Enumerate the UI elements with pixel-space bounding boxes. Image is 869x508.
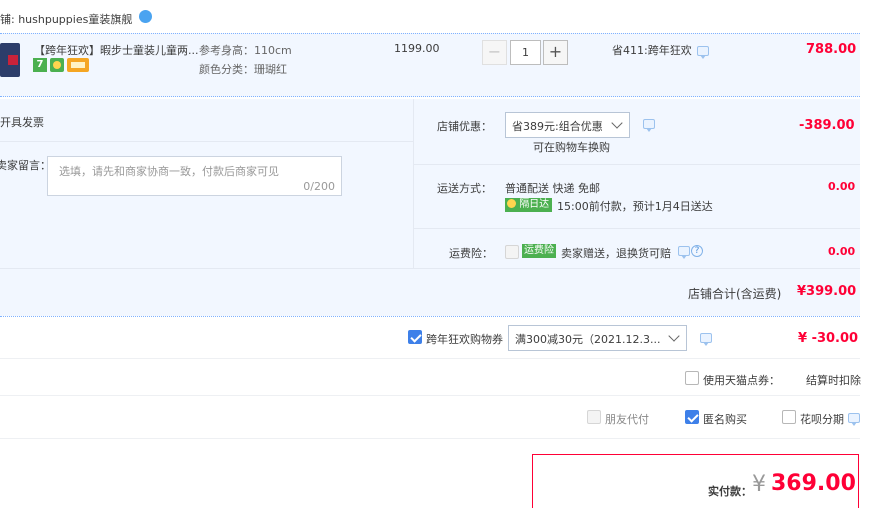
message-counter: 0/200 <box>303 180 335 193</box>
quantity-increase-button[interactable]: + <box>543 40 568 65</box>
coupon-amount: ¥ -30.00 <box>798 331 859 346</box>
help-icon[interactable]: ? <box>691 245 703 257</box>
product-title[interactable]: 【跨年狂欢】暇步士童装儿童两... <box>34 42 199 58</box>
next-day-badge: 隔日达 <box>505 198 553 212</box>
discount-info-icon[interactable] <box>643 119 655 132</box>
item-price: 1199.00 <box>394 42 440 55</box>
promo-info-icon[interactable] <box>697 46 709 59</box>
shop-chat-icon[interactable] <box>139 10 152 23</box>
quantity-decrease-button[interactable]: − <box>482 40 507 65</box>
shop-discount-label: 店铺优惠： <box>437 120 492 133</box>
coupon-label: 跨年狂欢购物券 <box>426 333 503 346</box>
coupon-selected: 满300减30元（2021.12.3... <box>515 333 661 346</box>
huabei-checkbox[interactable] <box>782 410 796 424</box>
payment-label: 实付款： <box>708 485 752 498</box>
insurance-checkbox[interactable] <box>505 245 519 259</box>
shop-discount-note[interactable]: 可在购物车换购 <box>533 139 610 155</box>
shop-total-amount: ¥399.00 <box>797 284 857 299</box>
coupon-select[interactable]: 满300减30元（2021.12.3... <box>508 325 687 351</box>
shipping-label: 运送方式： <box>437 182 492 195</box>
huabei-info-icon[interactable] <box>848 413 860 426</box>
chevron-down-icon <box>611 117 623 129</box>
payment-amount: 369.00 <box>771 471 856 496</box>
shop-name[interactable]: 铺: hushpuppies童装旗舰 <box>0 11 132 27</box>
shipping-method: 普通配送 快递 免邮 <box>505 182 600 195</box>
attr-color: 颜色分类：珊瑚红 <box>199 63 287 76</box>
shop-total-label: 店铺合计(含运费) <box>688 287 782 301</box>
huabei-label: 花呗分期 <box>800 413 844 426</box>
item-promo: 省411:跨年狂欢 <box>612 44 692 57</box>
shop-discount-amount: -389.00 <box>799 118 855 133</box>
tmall-points-checkbox[interactable] <box>685 371 699 385</box>
message-label: 卖家留言： <box>0 159 51 172</box>
tmall-points-note: 结算时扣除 <box>806 374 861 387</box>
lightning-icon <box>507 199 516 208</box>
badge-tmall <box>50 58 64 72</box>
chevron-down-icon <box>668 330 680 342</box>
invoice-label[interactable]: 开具发票 <box>0 114 44 130</box>
badge-seven-day: 7 <box>33 58 47 72</box>
attr-size: 参考身高：110cm <box>199 44 292 57</box>
insurance-text: 卖家赠送，退换货可赔 <box>561 247 671 260</box>
product-thumbnail[interactable] <box>0 43 20 77</box>
anonymous-label: 匿名购买 <box>703 413 747 426</box>
badge-card <box>67 58 89 72</box>
shipping-amount: 0.00 <box>828 180 856 193</box>
payment-currency: ¥ <box>752 472 766 497</box>
quantity-input[interactable]: 1 <box>510 40 541 65</box>
anonymous-checkbox[interactable] <box>685 410 699 424</box>
order-panel <box>0 99 860 316</box>
message-textarea[interactable]: 选填，请先和商家协商一致，付款后商家可见 0/200 <box>47 156 342 196</box>
message-placeholder: 选填，请先和商家协商一致，付款后商家可见 <box>59 165 279 178</box>
coupon-info-icon[interactable] <box>700 333 712 346</box>
insurance-chat-icon[interactable] <box>678 246 690 259</box>
item-subtotal: 788.00 <box>806 42 857 57</box>
friend-pay-label: 朋友代付 <box>605 413 649 426</box>
coupon-checkbox[interactable] <box>408 330 422 344</box>
insurance-badge: 运费险 <box>522 244 556 258</box>
shipping-eta: 15:00前付款，预计1月4日送达 <box>557 200 713 213</box>
insurance-label: 运费险： <box>449 247 493 260</box>
friend-pay-checkbox[interactable] <box>587 410 601 424</box>
shop-discount-select[interactable]: 省389元:组合优惠 <box>505 112 630 138</box>
insurance-amount: 0.00 <box>828 245 856 258</box>
tmall-points-label: 使用天猫点券： <box>703 374 780 387</box>
shop-discount-selected: 省389元:组合优惠 <box>512 120 603 133</box>
